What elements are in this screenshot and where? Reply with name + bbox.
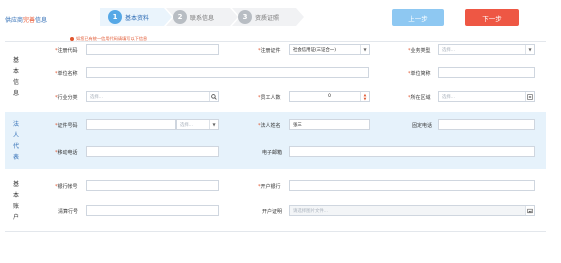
- step-3-number: 3: [238, 10, 252, 24]
- reg-code-label: *注册代码: [55, 48, 78, 54]
- region-input[interactable]: 选择...: [438, 91, 535, 102]
- title-part2: 完善: [23, 17, 36, 24]
- email-label: 电子邮箱: [262, 150, 283, 156]
- biz-type-label: *业务类型: [408, 48, 431, 54]
- reg-code-input[interactable]: [86, 44, 219, 55]
- id-type-placeholder: 选择...: [180, 122, 193, 128]
- fixed-phone-input[interactable]: [438, 119, 535, 130]
- step-1-label: 基本资料: [125, 14, 150, 22]
- bank-open-input[interactable]: [289, 180, 535, 191]
- page-title: 供应商完善信息: [5, 15, 47, 24]
- legal-name-input[interactable]: 张三: [289, 119, 370, 130]
- biz-type-select[interactable]: 选择... ▼: [438, 44, 535, 55]
- basic-info-section-label: 基 本 信 息: [12, 57, 19, 97]
- employees-label: *员工人数: [258, 95, 281, 101]
- mobile-label: *移动电话: [55, 150, 78, 156]
- prev-step-button[interactable]: 上一步: [392, 9, 444, 26]
- region-label: *所在区域: [408, 95, 431, 101]
- step-1-basic-info[interactable]: 1 基本资料: [108, 8, 149, 26]
- step-2-label: 联系信息: [190, 14, 215, 22]
- clearing-no-label: 清算行号: [58, 209, 79, 215]
- open-cert-label: 开户证明: [262, 209, 283, 215]
- step-2-contact-info[interactable]: 2 联系信息: [173, 8, 214, 26]
- biz-type-placeholder: 选择...: [442, 47, 455, 53]
- step-2-number: 2: [173, 10, 187, 24]
- id-no-input[interactable]: [86, 119, 176, 130]
- id-type-select[interactable]: 选择... ▼: [176, 119, 219, 130]
- title-part1: 供应商: [5, 17, 24, 24]
- reg-cert-select[interactable]: 社会信用证(三证合一) ▼: [289, 44, 370, 55]
- unit-short-input[interactable]: [438, 67, 535, 78]
- search-icon[interactable]: [209, 92, 218, 101]
- reg-cert-label: *注册证件: [258, 48, 281, 54]
- unit-short-label: *单位简称: [408, 71, 431, 77]
- chevron-down-icon: ▼: [525, 45, 534, 54]
- step-3-label: 资质证照: [255, 14, 280, 22]
- email-input[interactable]: [289, 146, 535, 157]
- id-no-label: *证件号码: [55, 123, 78, 129]
- open-cert-placeholder: 请选择图片文件...: [293, 208, 328, 214]
- legal-rep-section-label: 法 人 代 表: [12, 120, 19, 161]
- bank-open-label: *开户银行: [258, 184, 281, 190]
- open-cert-file-input[interactable]: 请选择图片文件...: [289, 205, 535, 216]
- unit-name-label: *单位名称: [55, 71, 78, 77]
- bank-account-input[interactable]: [86, 180, 219, 191]
- list-icon[interactable]: [525, 92, 534, 101]
- industry-input[interactable]: 选择...: [86, 91, 219, 102]
- legal-name-label: *法人姓名: [258, 123, 281, 129]
- reg-cert-value: 社会信用证(三证合一): [293, 47, 336, 53]
- employees-value: 0: [328, 94, 331, 99]
- unit-name-input[interactable]: [86, 67, 369, 78]
- next-step-button[interactable]: 下一步: [465, 9, 519, 26]
- step-3-qualifications[interactable]: 3 资质证照: [238, 8, 279, 26]
- clearing-no-input[interactable]: [86, 205, 219, 216]
- region-placeholder: 选择...: [442, 94, 455, 100]
- bank-account-label: *银行帐号: [55, 184, 78, 190]
- chevron-down-icon: ▼: [360, 45, 369, 54]
- fixed-phone-label: 固定电话: [412, 123, 433, 129]
- mobile-input[interactable]: [86, 146, 219, 157]
- step-1-number: 1: [108, 10, 122, 24]
- image-upload-icon[interactable]: [525, 206, 534, 215]
- industry-label: *行业分类: [55, 95, 78, 101]
- industry-placeholder: 选择...: [90, 94, 103, 100]
- stepper-arrows-icon[interactable]: ▲ ▼: [360, 92, 369, 101]
- basic-account-section-label: 基 本 账 户: [12, 181, 19, 221]
- title-part3: 信息: [35, 17, 48, 24]
- chevron-down-icon: ▼: [209, 120, 218, 129]
- employees-stepper[interactable]: 0 ▲ ▼: [289, 91, 370, 102]
